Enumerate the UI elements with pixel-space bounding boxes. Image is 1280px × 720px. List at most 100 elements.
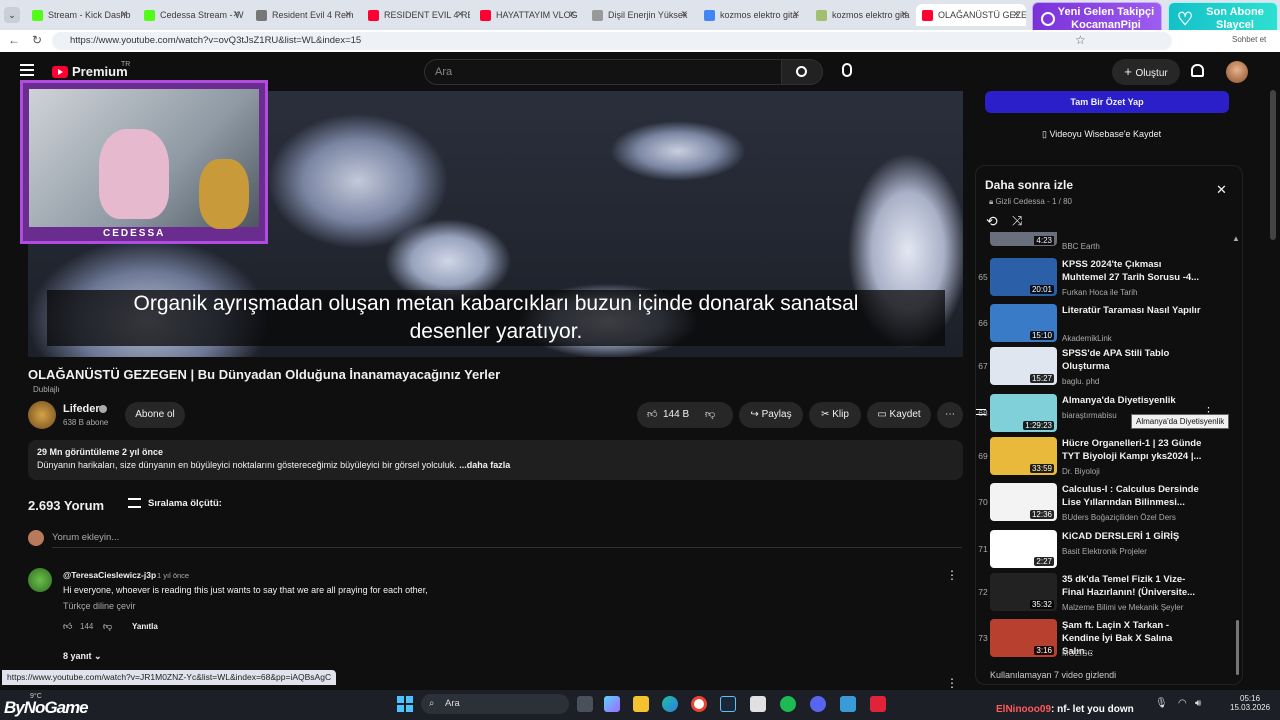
obs-icon[interactable] <box>750 696 766 712</box>
playlist-item-channel[interactable]: BUders Boğaziçiliden Özel Ders <box>1062 513 1176 522</box>
back-icon[interactable]: ← <box>8 33 20 47</box>
playlist-item-thumbnail[interactable]: 15:10 <box>990 304 1057 342</box>
logo-text[interactable]: Premium <box>72 64 128 79</box>
playlist-item-title[interactable]: KiCAD DERSLERİ 1 GİRİŞ <box>1062 530 1202 543</box>
bookmark-star-icon[interactable]: ☆ <box>1075 33 1086 47</box>
playlist-item-channel[interactable]: Furkan Hoca ile Tarih <box>1062 288 1137 297</box>
playlist-item-title[interactable]: SPSS'de APA Stili Tablo Oluşturma <box>1062 347 1202 373</box>
playlist-item-channel[interactable]: Basit Elektronik Projeler <box>1062 547 1147 556</box>
url-field[interactable]: https://www.youtube.com/watch?v=ovQ3tJsZ… <box>52 32 1172 50</box>
scroll-up-icon[interactable]: ▲ <box>1232 234 1240 243</box>
playlist-item[interactable]: 72 35:32 35 dk'da Temel Fizik 1 Vize-Final… <box>977 573 1237 615</box>
share-button[interactable]: ↪ Paylaş <box>739 402 803 428</box>
file-explorer-icon[interactable] <box>633 696 649 712</box>
playlist-title[interactable]: Daha sonra izle <box>985 178 1073 192</box>
browser-tab[interactable]: kozmos elektro gita ✕ <box>810 4 914 26</box>
browser-tab[interactable]: Dişil Enerjin Yüksek ✕ <box>586 4 694 26</box>
translate-link[interactable]: Türkçe diline çevir <box>63 601 136 611</box>
microphone-icon[interactable] <box>842 63 852 77</box>
search-button[interactable] <box>781 59 823 85</box>
profile-chat-label[interactable]: Sohbet et <box>1232 35 1266 44</box>
playlist-item[interactable]: 70 12:36 Calculus-I : Calculus Dersinde Li… <box>977 483 1237 525</box>
playlist-item[interactable]: 73 3:16 Şam ft. Laçin X Tarkan - Kendine İ… <box>977 619 1237 661</box>
comment-avatar[interactable] <box>28 568 52 592</box>
save-wisebase-button[interactable]: ▯ Videoyu Wisebase'e Kaydet <box>1042 129 1161 140</box>
playlist-item-title[interactable]: KPSS 2024'te Çıkması Muhtemel 27 Tarih S… <box>1062 258 1202 284</box>
chrome-icon[interactable] <box>691 696 707 712</box>
sort-icon[interactable] <box>128 498 141 508</box>
description-more[interactable]: ...daha fazla <box>459 460 510 470</box>
steam-icon[interactable] <box>720 696 736 712</box>
subscribe-button[interactable]: Abone ol <box>125 402 185 428</box>
playlist-item-channel[interactable]: Malzeme Bilimi ve Mekanik Şeyler <box>1062 603 1183 612</box>
clip-button[interactable]: ✂ Klip <box>809 402 861 428</box>
spotify-icon[interactable] <box>780 696 796 712</box>
copilot-icon[interactable] <box>604 696 620 712</box>
comment-author[interactable]: @TeresaCieslewicz-j3p <box>63 570 156 580</box>
browser-tab[interactable]: kozmos elektro gita ✕ <box>698 4 806 26</box>
thumbs-up-icon[interactable]: 👍︎ <box>647 402 657 428</box>
app-icon[interactable] <box>840 696 856 712</box>
playlist-item-thumbnail[interactable]: 35:32 <box>990 573 1057 611</box>
comment-dislike-icon[interactable]: 👎︎ <box>103 621 112 632</box>
playlist-item[interactable]: 71 2:27 KiCAD DERSLERİ 1 GİRİŞ Basit Elektr… <box>977 530 1237 572</box>
browser-tab[interactable]: Stream - Kick Dashb ✕ <box>26 4 134 26</box>
playlist-item-channel[interactable]: AkademikLink <box>1062 334 1112 343</box>
volume-icon[interactable]: 🔊︎ <box>1195 698 1201 709</box>
loop-icon[interactable]: ⟲ <box>986 213 998 230</box>
replies-toggle[interactable]: 8 yanıt ⌄ <box>63 651 102 662</box>
thumbs-down-icon[interactable]: 👎︎ <box>705 402 715 428</box>
more-actions-button[interactable]: ⋯ <box>937 402 963 428</box>
wifi-icon[interactable]: ◠ <box>1178 698 1187 709</box>
save-button[interactable]: ▭ Kaydet <box>867 402 931 428</box>
avatar[interactable] <box>1226 61 1248 83</box>
browser-tab[interactable]: Resident Evil 4 Rem ✕ <box>250 4 358 26</box>
playlist-item[interactable]: 67 15:27 SPSS'de APA Stili Tablo Oluşturma… <box>977 347 1237 389</box>
youtube-logo-icon[interactable] <box>52 66 68 78</box>
channel-name[interactable]: Lifeder <box>63 403 100 415</box>
playlist-item-channel[interactable]: baglu. phd <box>1062 377 1099 386</box>
close-icon[interactable]: ✕ <box>1216 182 1227 198</box>
windows-start-icon[interactable] <box>397 696 413 712</box>
drag-handle-icon[interactable] <box>976 409 986 415</box>
playlist-item-thumbnail[interactable]: 1:29:23 <box>990 394 1057 432</box>
like-count[interactable]: 144 B <box>663 402 689 428</box>
clock[interactable]: 05:16 15.03.2026 <box>1230 694 1270 712</box>
playlist-item-channel[interactable]: Dr. Biyoloji <box>1062 467 1100 476</box>
taskbar-search[interactable]: ⌕ Ara <box>421 694 569 714</box>
menu-icon[interactable] <box>20 64 34 76</box>
playlist-item-thumbnail[interactable]: 3:16 <box>990 619 1057 657</box>
playlist-item-channel[interactable]: biaraştırmabisu <box>1062 411 1117 420</box>
playlist-item-thumbnail[interactable]: 20:01 <box>990 258 1057 296</box>
playlist-item-title[interactable]: 35 dk'da Temel Fizik 1 Vize-Final Hazırl… <box>1062 573 1202 599</box>
playlist-item-thumbnail[interactable]: 15:27 <box>990 347 1057 385</box>
notifications-bell-icon[interactable] <box>1191 64 1204 77</box>
sort-button[interactable]: Sıralama ölçütü: <box>148 498 222 509</box>
playlist-scrollbar[interactable] <box>1236 620 1239 675</box>
create-button[interactable]: + Oluştur <box>1112 59 1180 85</box>
playlist-item[interactable]: 65 20:01 KPSS 2024'te Çıkması Muhtemel 27 … <box>977 258 1237 300</box>
playlist-item-thumbnail[interactable]: 2:27 <box>990 530 1057 568</box>
tab-search-icon[interactable]: ⌄ <box>4 7 20 23</box>
search-input[interactable]: Ara <box>424 59 782 85</box>
browser-tab[interactable]: HAYATTAYIM VLOG ✕ <box>474 4 582 26</box>
playlist-item-thumbnail[interactable]: 12:36 <box>990 483 1057 521</box>
task-view-icon[interactable] <box>577 696 593 712</box>
edge-icon[interactable] <box>662 696 678 712</box>
playlist-item[interactable]: 69 33:59 Hücre Organelleri-1 | 23 Günde TY… <box>977 437 1237 479</box>
comment-more-icon[interactable]: ⋮ <box>946 676 958 690</box>
comment-like-icon[interactable]: 👍︎ <box>63 621 72 632</box>
playlist-thumb[interactable]: 4:23 <box>990 232 1057 246</box>
playlist-item-title[interactable]: Calculus-I : Calculus Dersinde Lise Yıll… <box>1062 483 1202 509</box>
shuffle-icon[interactable]: ⤨ <box>1012 213 1022 229</box>
microphone-tray-icon[interactable]: 🎙︎ <box>1155 698 1168 709</box>
playlist-item-title[interactable]: Almanya'da Diyetisyenlik <box>1062 394 1202 407</box>
reply-button[interactable]: Yanıtla <box>132 622 158 631</box>
playlist-item-title[interactable]: Literatür Taraması Nasıl Yapılır <box>1062 304 1202 317</box>
reload-icon[interactable]: ↻ <box>32 33 42 47</box>
playlist-item-title[interactable]: Hücre Organelleri-1 | 23 Günde TYT Biyol… <box>1062 437 1202 463</box>
app-icon[interactable] <box>870 696 886 712</box>
comment-more-icon[interactable]: ⋮ <box>946 568 958 582</box>
comment-time[interactable]: 1 yıl önce <box>157 571 189 580</box>
playlist-item-thumbnail[interactable]: 33:59 <box>990 437 1057 475</box>
